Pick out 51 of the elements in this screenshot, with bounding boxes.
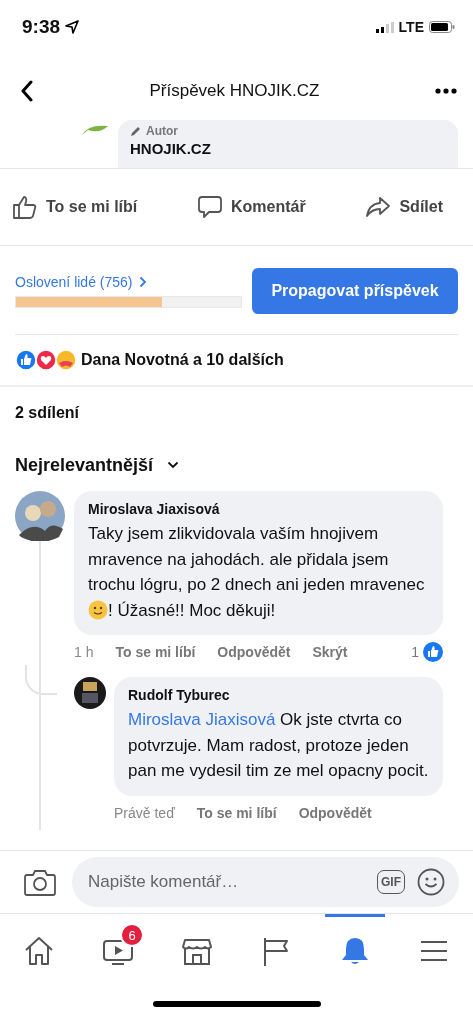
comment-author[interactable]: Miroslava Jiaxisová [88, 501, 429, 517]
author-label: Autor [146, 124, 178, 138]
chevron-right-icon [138, 276, 147, 288]
video-tab[interactable]: 6 [88, 914, 149, 984]
back-button[interactable] [20, 80, 34, 102]
comment-author[interactable]: Rudolf Tyburec [128, 687, 429, 703]
comment-text: Taky jsem zlikvidovala vaším hnojivem mravence na jahodách. ale přidala jsem trochu lógru, po 2 dnech ani jeden mravenec ! Úžasné!! Moc děkuji! [88, 523, 426, 622]
speech-bubble-icon [197, 194, 223, 220]
camera-icon[interactable] [24, 868, 56, 896]
like-count: 1 [411, 644, 419, 660]
back-icon [20, 80, 34, 102]
like-button[interactable]: To se mi líbí [12, 194, 138, 220]
comment-action-link[interactable]: Odpovědět [217, 644, 291, 660]
header-title: Příspěvek HNOJIK.CZ [148, 81, 321, 101]
shares-count[interactable]: 2 sdílení [15, 404, 80, 422]
share-button[interactable]: Sdílet [365, 194, 443, 220]
location-arrow-icon [65, 20, 80, 34]
mention-link[interactable]: Miroslava Jiaxisová [128, 710, 276, 729]
comment-time: Právě teď [114, 804, 175, 821]
avatar[interactable] [74, 677, 106, 709]
reactions-summary[interactable]: Dana Novotná a 10 dalších [81, 351, 284, 369]
avatar[interactable] [15, 491, 65, 541]
notification-badge: 6 [120, 923, 145, 947]
more-icon [435, 88, 457, 94]
smiley-icon[interactable] [417, 868, 445, 896]
comment-button[interactable]: Komentář [197, 194, 306, 220]
like-icon [423, 642, 443, 662]
battery-icon [429, 21, 455, 33]
comment-action-link[interactable]: To se mi líbí [115, 644, 196, 660]
comment-input-field[interactable]: Napište komentář… GIF [72, 857, 459, 907]
more-options-button[interactable] [435, 88, 457, 94]
comment-action-link[interactable]: To se mi líbí [196, 804, 277, 821]
comment-action-link[interactable]: Odpovědět [298, 804, 372, 821]
network-label: LTE [398, 19, 424, 35]
smiley-icon [88, 599, 108, 620]
comment-action-link[interactable]: Skrýt [312, 644, 348, 660]
promote-button[interactable]: Propagovat příspěvek [252, 268, 458, 314]
signal-icon [375, 21, 394, 33]
thread-connector [25, 665, 57, 695]
sort-dropdown[interactable]: Nejrelevantnější [15, 454, 180, 476]
comment-time: 1 h [74, 644, 94, 660]
thumbs-up-icon [12, 194, 38, 220]
chevron-down-icon [167, 461, 180, 469]
status-time: 9:38 [22, 16, 61, 38]
share-arrow-icon [365, 194, 392, 220]
comment-text: Miroslava Jiaxisová Ok jste ctvrta co potvrzuje. Mam radost, protoze jeden pan me vydesil tim ze mel opacny pocit. [128, 709, 429, 782]
gif-button[interactable]: GIF [377, 870, 405, 894]
page-name: HNOJIK.CZ [130, 140, 212, 157]
reactions-icon [15, 349, 77, 371]
pencil-icon [130, 125, 142, 137]
reach-link[interactable]: Oslovení lidé (756) [15, 274, 147, 290]
